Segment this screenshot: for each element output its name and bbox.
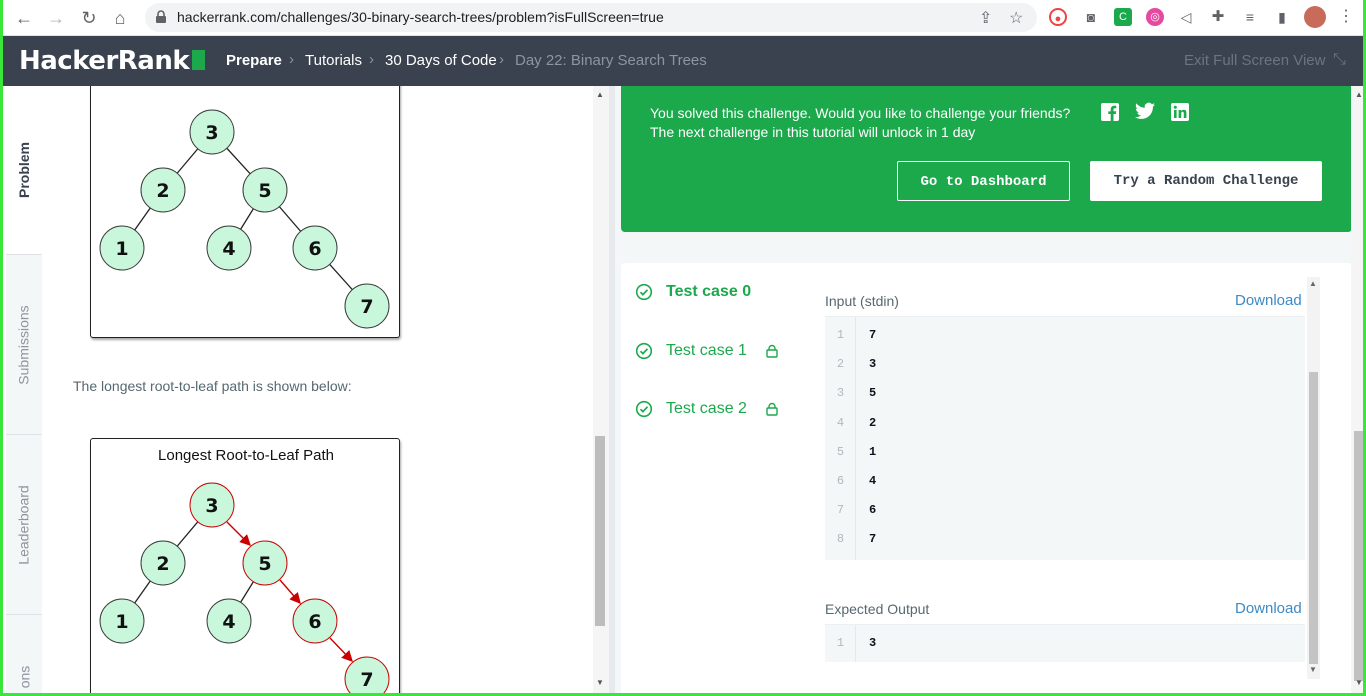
node-label: 3 [205,495,218,517]
node-label: 2 [156,180,169,202]
browser-toolbar: ← → ↻ ⌂ hackerrank.com/challenges/30-bin… [3,0,1363,36]
code-line: 17 [836,328,877,342]
test-case-2[interactable]: Test case 2 [635,398,779,420]
twitter-icon[interactable] [1135,102,1155,122]
share-icon[interactable]: ⇪ [979,8,992,28]
problem-scrollbar[interactable]: ▲ ▼ [593,86,609,693]
node-label: 1 [115,238,128,260]
stdin-box: 17 23 35 42 51 64 76 87 [825,316,1305,560]
banner-message: You solved this challenge. Would you lik… [650,105,1071,121]
go-to-dashboard-button[interactable]: Go to Dashboard [897,161,1070,201]
forward-icon[interactable]: → [45,7,67,29]
bookmark-star-icon[interactable]: ☆ [1009,8,1023,28]
speaker-icon[interactable]: ◁ [1177,8,1195,26]
extension-color-icon[interactable]: ● [1049,8,1067,26]
results-inner-scrollbar[interactable]: ▲ ▼ [1307,277,1320,679]
chevron-right-icon: › [289,51,294,68]
chevron-right-icon: › [499,51,504,68]
extensions-puzzle-icon[interactable]: ✚ [1209,8,1227,26]
breadcrumb-tutorials[interactable]: Tutorials [305,52,362,69]
node-label: 5 [258,553,271,575]
tab-discussions[interactable]: ons [6,614,42,693]
reload-icon[interactable]: ↻ [78,7,100,29]
node-label: 4 [222,611,235,633]
node-label: 2 [156,553,169,575]
code-line: 51 [836,445,877,459]
problem-pane: 3 2 5 1 4 6 7 The longest root-to-leaf p… [42,86,593,693]
check-circle-icon [635,400,653,418]
diagram-title: Longest Root-to-Leaf Path [158,447,334,464]
success-banner: You solved this challenge. Would you lik… [621,86,1351,232]
extension-green-icon[interactable]: C [1114,8,1132,26]
code-line: 76 [836,503,877,517]
tab-submissions[interactable]: Submissions [6,254,42,434]
test-case-label: Test case 0 [666,283,752,300]
longest-path-diagram: Longest Root-to-Leaf Path 3 2 5 1 4 6 7 [90,438,400,693]
test-case-label: Test case 2 [666,400,747,417]
url-text: hackerrank.com/challenges/30-binary-sear… [177,9,664,25]
extension-pink-icon[interactable]: ◎ [1146,8,1164,26]
random-challenge-button[interactable]: Try a Random Challenge [1090,161,1322,201]
code-line: 42 [836,416,877,430]
code-line: 13 [836,636,877,650]
linkedin-icon[interactable] [1170,102,1190,122]
node-label: 3 [205,122,218,144]
tab-problem[interactable]: Problem [6,86,42,254]
check-circle-icon [635,283,653,301]
bst-diagram: 3 2 5 1 4 6 7 [90,86,400,338]
breadcrumb-30-days[interactable]: 30 Days of Code [385,52,497,69]
node-label: 7 [360,669,373,691]
lock-icon [156,10,166,23]
code-line: 35 [836,386,877,400]
lock-icon [766,344,778,358]
download-output-link[interactable]: Download [1235,600,1302,617]
back-icon[interactable]: ← [13,7,35,29]
results-pane: You solved this challenge. Would you lik… [615,86,1351,693]
menu-kebab-icon[interactable]: ⋮ [1337,8,1355,26]
tab-leaderboard[interactable]: Leaderboard [6,434,42,614]
node-label: 5 [258,180,271,202]
breadcrumb-prepare[interactable]: Prepare [226,52,282,69]
test-results-panel: Test case 0 Test case 1 Test case 2 Inpu… [621,263,1351,693]
node-label: 4 [222,238,235,260]
code-line: 87 [836,532,877,546]
camera-icon[interactable]: ◙ [1082,8,1100,26]
node-label: 1 [115,611,128,633]
banner-unlock-note: The next challenge in this tutorial will… [650,124,976,140]
results-scrollbar[interactable]: ▲ ▼ [1351,86,1363,693]
side-panel-icon[interactable]: ▮ [1273,8,1291,26]
media-control-icon[interactable]: ≡ [1241,8,1259,26]
exit-fullscreen-link[interactable]: Exit Full Screen View [1184,52,1325,69]
check-circle-icon [635,342,653,360]
facebook-icon[interactable] [1100,102,1120,122]
hackerrank-logo[interactable]: HackerRank [19,46,206,76]
side-tabs: Problem Submissions Leaderboard ons [6,86,42,693]
collapse-icon[interactable]: ⤡ [1333,51,1346,69]
home-icon[interactable]: ⌂ [109,7,131,29]
code-line: 64 [836,474,877,488]
node-label: 6 [308,238,321,260]
breadcrumb-current: Day 22: Binary Search Trees [515,52,707,69]
node-label: 6 [308,611,321,633]
test-case-label: Test case 1 [666,342,747,359]
download-input-link[interactable]: Download [1235,292,1302,309]
expected-output-title: Expected Output [825,601,930,617]
code-line: 23 [836,357,877,371]
expected-output-box: 13 [825,624,1305,662]
test-case-0[interactable]: Test case 0 [635,281,751,303]
profile-avatar-icon[interactable] [1304,6,1326,28]
lock-icon [766,402,778,416]
site-header: HackerRank Prepare › Tutorials › 30 Days… [3,36,1363,86]
test-case-1[interactable]: Test case 1 [635,340,779,362]
input-title: Input (stdin) [825,293,899,309]
node-label: 7 [360,296,373,318]
address-bar[interactable]: hackerrank.com/challenges/30-binary-sear… [145,3,1037,32]
path-description: The longest root-to-leaf path is shown b… [73,378,352,394]
chevron-right-icon: › [369,51,374,68]
